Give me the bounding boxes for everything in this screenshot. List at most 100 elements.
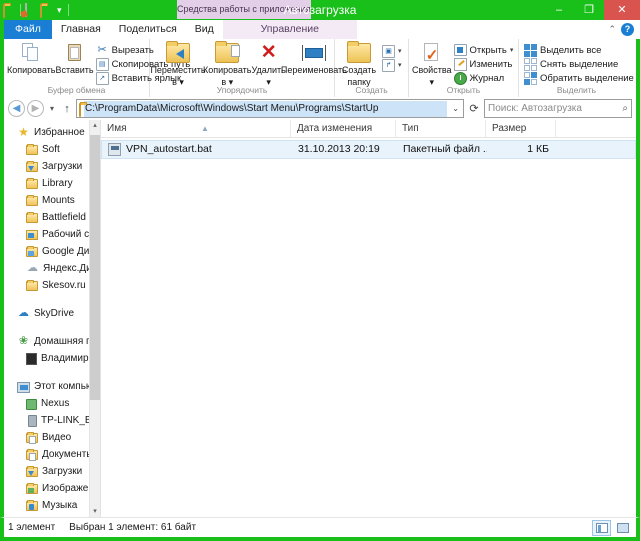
column-header-name[interactable]: Имя ▲ <box>101 119 291 138</box>
column-header-type[interactable]: Тип <box>396 119 486 138</box>
sidebar-item-label: SkyDrive <box>34 308 75 319</box>
tab-home[interactable]: Главная <box>52 20 110 39</box>
sidebar-item-16[interactable]: Видео <box>4 429 100 446</box>
sidebar-item-label: Soft <box>42 144 60 155</box>
sidebar-item-15[interactable]: TP-LINK_B9755A <box>4 412 100 429</box>
sidebar-item-2[interactable]: Загрузки <box>4 158 100 175</box>
search-input[interactable]: Поиск: Автозагрузка <box>488 103 622 114</box>
sidebar-item-10[interactable]: ☁ SkyDrive <box>4 305 100 322</box>
maximize-button[interactable]: ❐ <box>574 0 604 20</box>
ribbon-group-label-clipboard: Буфер обмена <box>47 85 106 95</box>
table-row[interactable]: VPN_autostart.bat 31.10.2013 20:19 Пакетны… <box>101 140 636 159</box>
sidebar-item-5[interactable]: Battlefield 3 <box>4 209 100 226</box>
scroll-down-arrow-icon[interactable]: ▾ <box>90 506 100 517</box>
folder-icon <box>26 144 38 155</box>
sidebar-item-label: Battlefield 3 <box>42 212 95 223</box>
up-arrow-icon[interactable]: ↑ <box>60 103 74 115</box>
sidebar-item-label: Mounts <box>42 195 75 206</box>
details-view-button[interactable] <box>592 519 611 536</box>
move-to-button[interactable]: Переместить в ▾ <box>150 41 206 87</box>
tab-share[interactable]: Поделиться <box>110 20 186 39</box>
network-router-icon <box>28 414 37 427</box>
sidebar-item-1[interactable]: Soft <box>4 141 100 158</box>
sidebar-item-label: Видео <box>42 432 72 443</box>
sidebar-item-11[interactable]: ❀Домашняя группа <box>4 333 100 350</box>
properties-button[interactable]: ✓ Свойства ▾ <box>412 41 452 87</box>
chevron-down-icon[interactable]: ▾ <box>510 46 514 54</box>
sidebar-item-3[interactable]: Library <box>4 175 100 192</box>
sidebar-item-6[interactable]: Рабочий стол <box>4 226 100 243</box>
open-button[interactable]: Открыть ▾ <box>452 43 516 57</box>
sidebar-item-9[interactable]: Skesov.ru <box>4 277 100 294</box>
documents-folder-icon <box>26 449 38 461</box>
status-bar: 1 элемент Выбран 1 элемент: 61 байт <box>0 517 640 537</box>
address-path-box[interactable]: C:\ProgramData\Microsoft\Windows\Start M… <box>76 99 464 118</box>
sidebar-item-21[interactable]: Рабочий стол <box>4 514 100 517</box>
scrollbar-thumb[interactable] <box>90 135 100 400</box>
address-path-text[interactable]: C:\ProgramData\Microsoft\Windows\Start M… <box>84 100 448 117</box>
easy-access-icon: ↱ <box>382 58 395 72</box>
new-item-button[interactable]: ▣ ▾ <box>380 44 404 58</box>
sidebar-item-14[interactable]: Nexus <box>4 395 100 412</box>
sidebar-item-20[interactable]: Музыка <box>4 497 100 514</box>
forward-arrow-icon[interactable]: ▶ <box>27 100 44 117</box>
large-icons-view-button[interactable] <box>613 520 632 536</box>
scroll-up-arrow-icon[interactable]: ▴ <box>90 120 100 131</box>
close-button[interactable]: ✕ <box>604 0 640 20</box>
paste-button[interactable]: Вставить <box>55 41 94 75</box>
sidebar-item-17[interactable]: Документы <box>4 446 100 463</box>
search-icon[interactable]: ⌕ <box>622 103 628 114</box>
sidebar-item-7[interactable]: Google Диск <box>4 243 100 260</box>
column-header-size[interactable]: Размер <box>486 119 556 138</box>
minimize-button[interactable]: ‒ <box>544 0 574 20</box>
sidebar-item-19[interactable]: Изображения <box>4 480 100 497</box>
history-button[interactable]: Журнал <box>452 71 516 85</box>
new-folder-icon <box>347 41 371 63</box>
collapse-ribbon-icon[interactable]: ⌃ <box>608 24 616 35</box>
paste-icon <box>66 43 84 63</box>
navigation-scrollbar[interactable]: ▴ ▾ <box>89 120 100 517</box>
ribbon-group-organise: Переместить в ▾ Копировать в ▾ ✕ Удалить… <box>150 39 347 97</box>
new-folder-button[interactable]: Создать папку <box>338 41 380 87</box>
sidebar-item-0[interactable]: ★ Избранное <box>4 124 100 141</box>
pictures-folder-icon <box>26 483 38 494</box>
search-box[interactable]: Поиск: Автозагрузка ⌕ <box>484 99 632 118</box>
select-none-button[interactable]: Снять выделение <box>522 57 636 71</box>
easy-access-button[interactable]: ↱ ▾ <box>380 58 404 72</box>
recent-locations-icon[interactable]: ▾ <box>46 104 58 113</box>
copy-button[interactable]: Копировать <box>7 41 55 75</box>
copy-to-button[interactable]: Копировать в ▾ <box>203 41 251 87</box>
chevron-down-icon[interactable]: ⌄ <box>450 104 461 113</box>
chevron-down-icon[interactable]: ▾ <box>55 2 64 18</box>
open-small-buttons: Открыть ▾ Изменить Журнал <box>452 41 516 85</box>
sidebar-item-4[interactable]: Mounts <box>4 192 100 209</box>
delete-button[interactable]: ✕ Удалить ▾ <box>251 41 285 87</box>
sidebar-item-18[interactable]: Загрузки <box>4 463 100 480</box>
new-folder-icon[interactable] <box>40 3 53 18</box>
invert-selection-button[interactable]: Обратить выделение <box>522 71 636 85</box>
edit-button[interactable]: Изменить <box>452 57 516 71</box>
select-all-button[interactable]: Выделить все <box>522 43 636 57</box>
navigation-list: ★ Избранное Soft Загрузки Library Mounts Battl… <box>4 120 100 517</box>
column-header-date[interactable]: Дата изменения <box>291 119 396 138</box>
sidebar-item-8[interactable]: ☁ Яндекс.Диск <box>4 260 100 277</box>
folder-icon <box>26 212 38 223</box>
main-area: ★ Избранное Soft Загрузки Library Mounts Battl… <box>0 119 640 517</box>
title-bar: ▾ Средства работы с приложениями Автозаг… <box>0 0 640 20</box>
back-arrow-icon[interactable]: ◀ <box>8 100 25 117</box>
folder-icon[interactable] <box>3 3 16 18</box>
rename-button[interactable]: Переименовать <box>281 41 347 75</box>
invert-selection-icon <box>524 71 537 85</box>
large-icons-view-icon <box>616 522 629 533</box>
qat-separator <box>67 4 69 16</box>
sidebar-item-12[interactable]: Владимир Скесов <box>4 350 100 367</box>
tab-file[interactable]: Файл <box>4 20 52 39</box>
refresh-icon[interactable]: ⟳ <box>466 102 482 115</box>
tab-view[interactable]: Вид <box>186 20 223 39</box>
move-to-icon <box>166 41 190 63</box>
tab-manage[interactable]: Управление <box>222 20 357 39</box>
help-icon[interactable]: ? <box>621 23 634 36</box>
properties-icon[interactable] <box>25 3 38 17</box>
column-header-filler <box>556 120 636 138</box>
sidebar-item-13[interactable]: Этот компьютер <box>4 378 100 395</box>
